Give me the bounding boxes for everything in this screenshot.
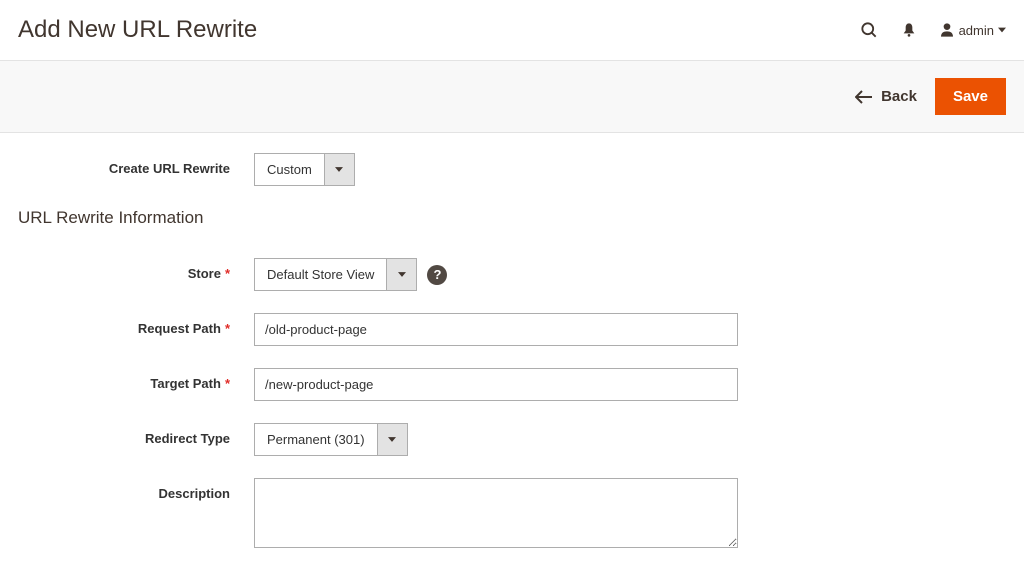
select-value: Custom xyxy=(255,154,324,185)
chevron-down-icon xyxy=(377,424,407,455)
arrow-left-icon xyxy=(855,90,873,104)
chevron-down-icon xyxy=(386,259,416,290)
back-button[interactable]: Back xyxy=(855,88,917,105)
search-icon[interactable] xyxy=(859,20,879,40)
textarea-description[interactable] xyxy=(254,478,738,548)
field-redirect-type: Redirect Type Permanent (301) xyxy=(18,423,1006,456)
chevron-down-icon xyxy=(324,154,354,185)
field-create-url-rewrite: Create URL Rewrite Custom xyxy=(18,153,1006,186)
select-value: Permanent (301) xyxy=(255,424,377,455)
admin-user-label: admin xyxy=(959,23,994,38)
field-store: Store* Default Store View ? xyxy=(18,258,1006,291)
label-request-path: Request Path* xyxy=(18,313,254,336)
help-icon[interactable]: ? xyxy=(427,265,447,285)
back-button-label: Back xyxy=(881,88,917,105)
required-mark: * xyxy=(225,376,230,391)
input-target-path[interactable] xyxy=(254,368,738,401)
required-mark: * xyxy=(225,321,230,336)
label-create-url-rewrite: Create URL Rewrite xyxy=(18,153,254,176)
notifications-icon[interactable] xyxy=(901,22,917,38)
field-description: Description xyxy=(18,478,1006,548)
input-request-path[interactable] xyxy=(254,313,738,346)
label-redirect-type: Redirect Type xyxy=(18,423,254,446)
action-toolbar: Back Save xyxy=(0,61,1024,133)
page-title: Add New URL Rewrite xyxy=(18,16,257,44)
user-icon xyxy=(939,22,955,38)
label-store: Store* xyxy=(18,258,254,281)
required-mark: * xyxy=(225,266,230,281)
label-description: Description xyxy=(18,478,254,501)
field-request-path: Request Path* xyxy=(18,313,1006,346)
label-target-path: Target Path* xyxy=(18,368,254,391)
select-create-url-rewrite[interactable]: Custom xyxy=(254,153,355,186)
page-header: Add New URL Rewrite admin xyxy=(0,0,1024,61)
select-redirect-type[interactable]: Permanent (301) xyxy=(254,423,408,456)
section-title: URL Rewrite Information xyxy=(18,208,1006,228)
select-value: Default Store View xyxy=(255,259,386,290)
select-store[interactable]: Default Store View xyxy=(254,258,417,291)
field-target-path: Target Path* xyxy=(18,368,1006,401)
header-actions: admin xyxy=(859,20,1006,40)
form-section: Create URL Rewrite Custom URL Rewrite In… xyxy=(0,133,1024,548)
admin-user-menu[interactable]: admin xyxy=(939,22,1006,38)
chevron-down-icon xyxy=(998,26,1006,34)
save-button[interactable]: Save xyxy=(935,78,1006,115)
